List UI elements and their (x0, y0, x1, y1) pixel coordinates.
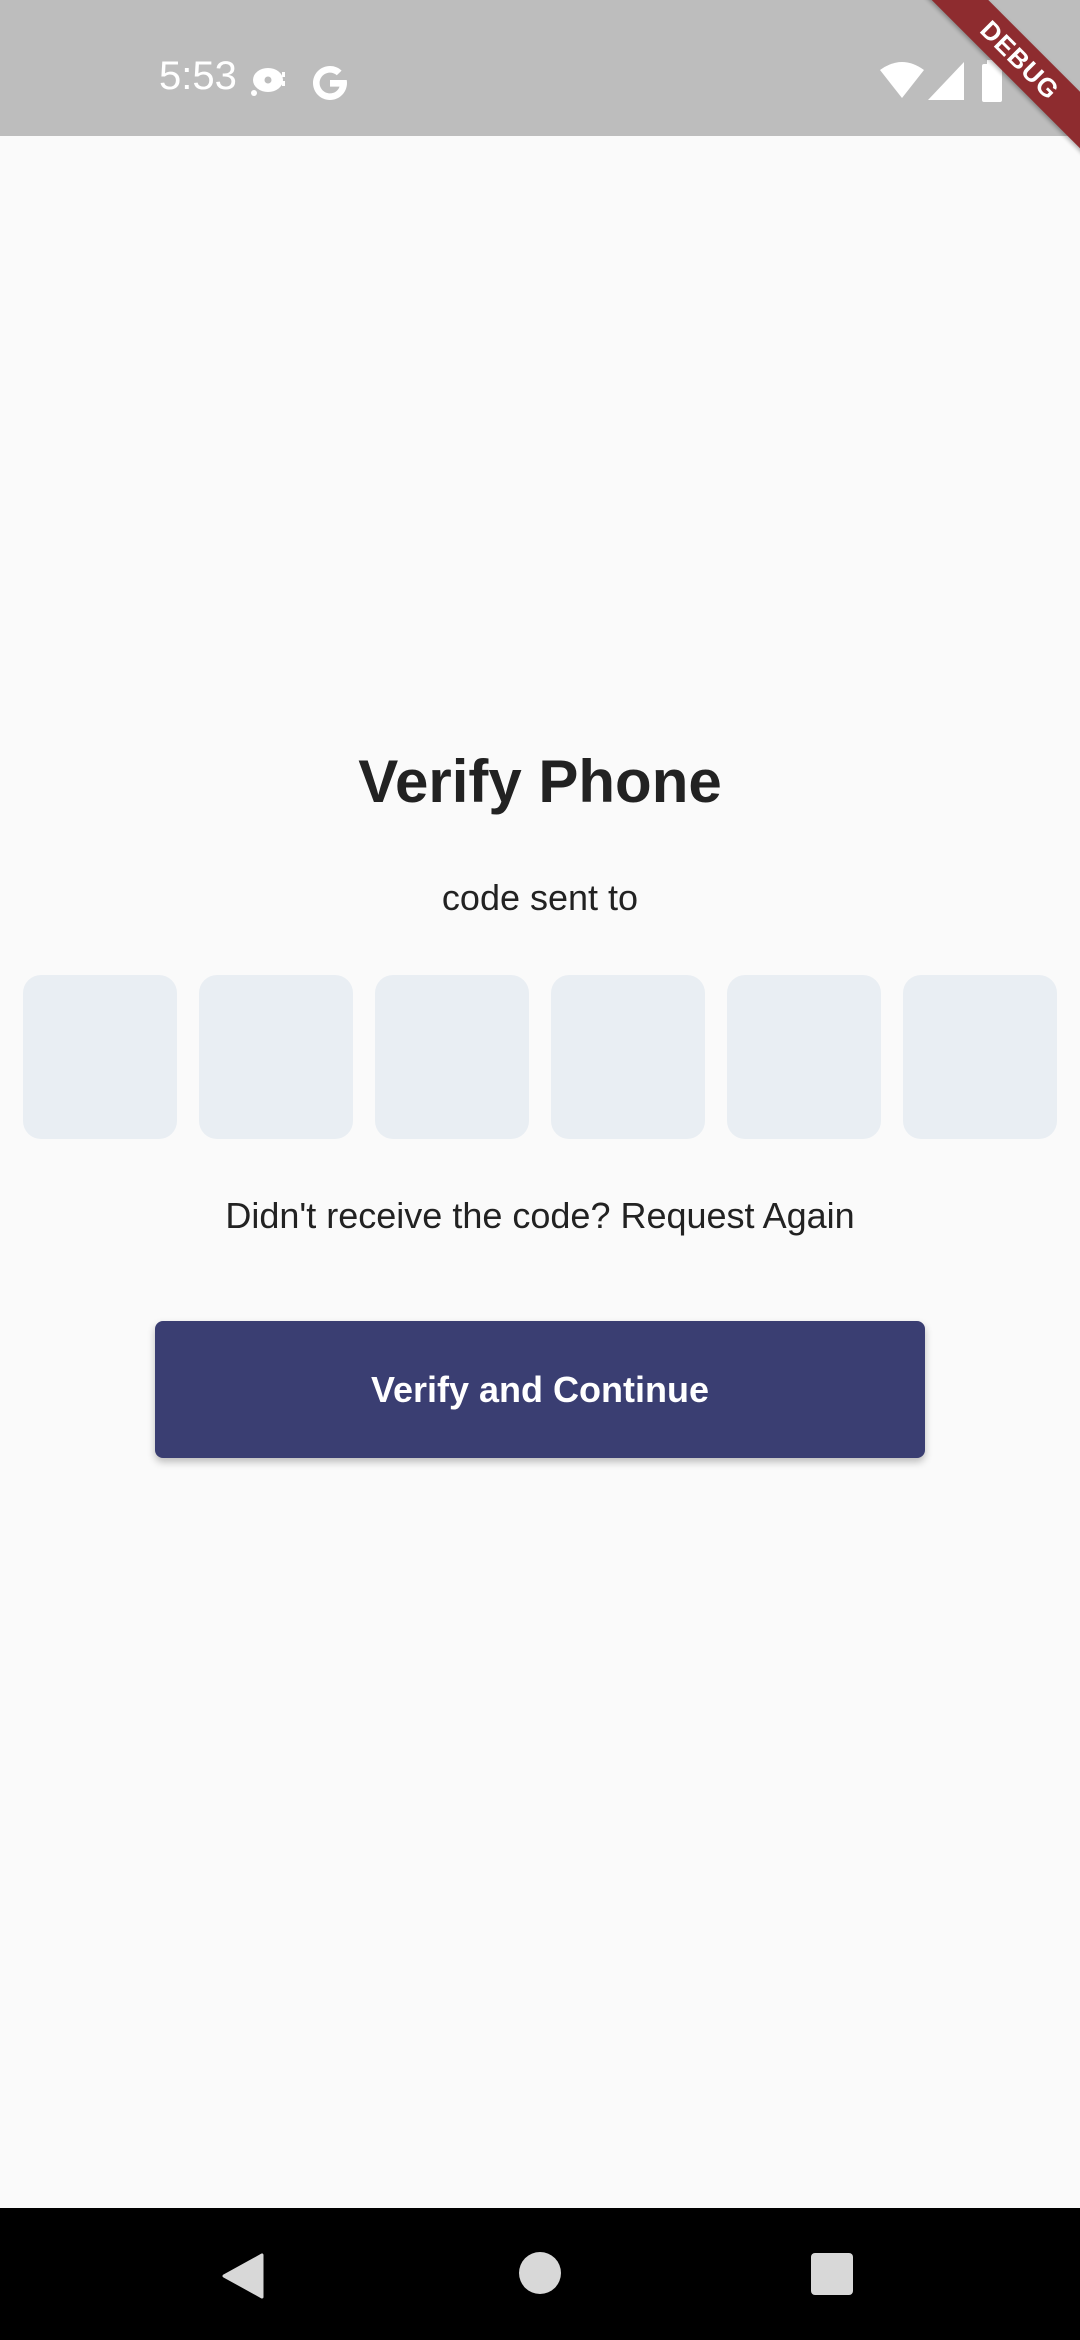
otp-input-row (23, 975, 1057, 1139)
otp-digit-4[interactable] (551, 975, 705, 1139)
code-sent-to-label: code sent to (441, 877, 639, 918)
status-bar: 5:53 (0, 0, 1080, 136)
request-again-link[interactable]: Didn't receive the code? Request Again (0, 1192, 1080, 1240)
debug-banner-label: DEBUG (920, 0, 1080, 160)
otp-digit-5[interactable] (727, 975, 881, 1139)
media-icon (251, 68, 285, 96)
otp-digit-3[interactable] (375, 975, 529, 1139)
home-icon[interactable] (519, 2252, 561, 2294)
otp-digit-2[interactable] (199, 975, 353, 1139)
debug-banner: DEBUG (920, 0, 1080, 160)
back-icon[interactable] (222, 2253, 264, 2299)
recent-apps-icon[interactable] (811, 2253, 853, 2295)
status-time: 5:53 (159, 54, 237, 98)
otp-digit-6[interactable] (903, 975, 1057, 1139)
page-title: Verify Phone (358, 748, 722, 815)
otp-digit-1[interactable] (23, 975, 177, 1139)
wifi-icon (880, 62, 924, 98)
google-icon (313, 66, 347, 100)
verify-and-continue-button[interactable]: Verify and Continue (155, 1321, 925, 1458)
navigation-bar (0, 2208, 1080, 2340)
